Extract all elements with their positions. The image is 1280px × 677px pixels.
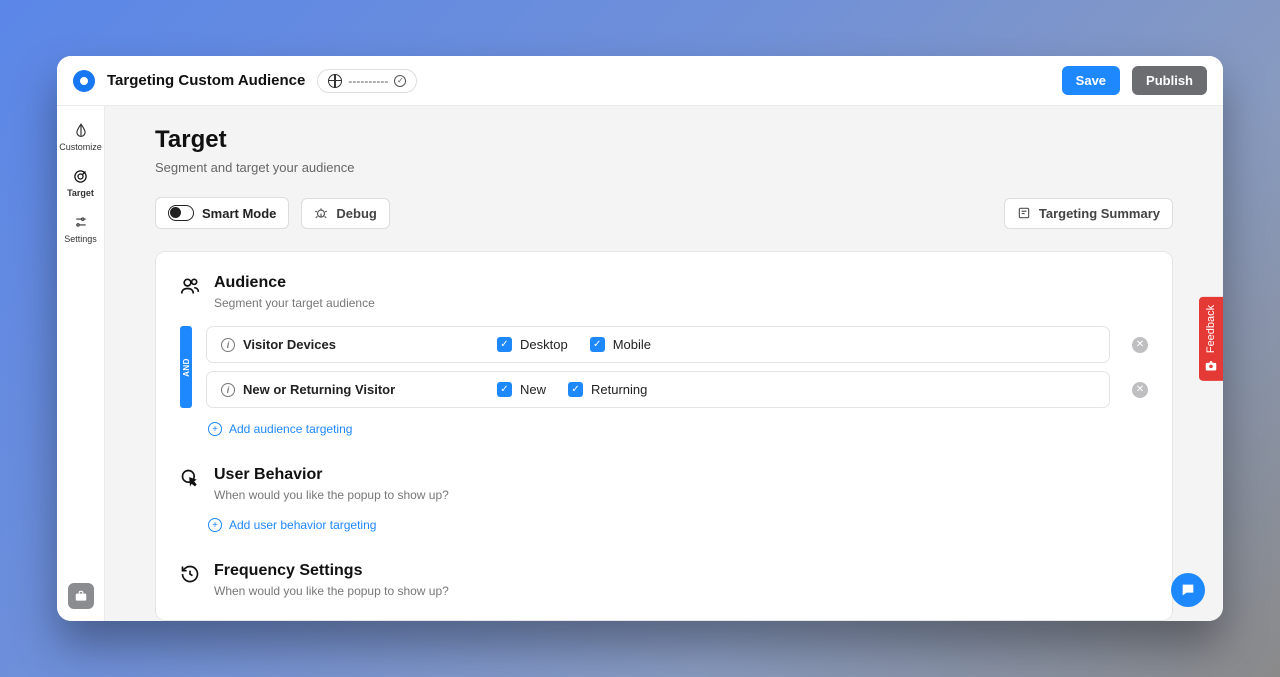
sidebar-label: Customize xyxy=(59,142,102,152)
bug-icon xyxy=(314,206,328,220)
app-logo-icon xyxy=(73,70,95,92)
debug-label: Debug xyxy=(336,206,376,221)
and-badge: AND xyxy=(180,326,192,408)
main-content: Target Segment and target your audience … xyxy=(105,106,1223,621)
info-icon: i xyxy=(221,383,235,397)
target-icon xyxy=(73,168,89,184)
frequency-title: Frequency Settings xyxy=(214,562,449,580)
chat-icon xyxy=(1180,582,1196,598)
plus-circle-icon: + xyxy=(208,422,222,436)
check-circle-icon: ✓ xyxy=(394,75,406,87)
page-subtitle: Segment and target your audience xyxy=(155,160,1173,175)
frequency-subtitle: When would you like the popup to show up… xyxy=(214,584,449,598)
top-bar: Targeting Custom Audience ---------- ✓ S… xyxy=(57,56,1223,106)
rule-row-new-returning[interactable]: i New or Returning Visitor ✓ New xyxy=(206,371,1110,408)
rule-row-devices[interactable]: i Visitor Devices ✓ Desktop xyxy=(206,326,1110,363)
plus-circle-icon: + xyxy=(208,518,222,532)
debug-button[interactable]: Debug xyxy=(301,198,389,229)
page-title: Target xyxy=(155,126,1173,154)
left-sidebar: Customize Target Settings xyxy=(57,106,105,621)
toggle-icon xyxy=(168,205,194,221)
info-icon: i xyxy=(221,338,235,352)
people-icon xyxy=(180,276,200,296)
globe-icon xyxy=(328,74,342,88)
targeting-summary-button[interactable]: Targeting Summary xyxy=(1004,198,1173,229)
campaign-title: Targeting Custom Audience xyxy=(107,72,305,89)
sidebar-item-customize[interactable]: Customize xyxy=(57,114,104,160)
sidebar-label: Target xyxy=(67,188,94,198)
delete-rule-icon[interactable]: ✕ xyxy=(1132,382,1148,398)
cursor-click-icon xyxy=(180,468,200,488)
sliders-icon xyxy=(73,214,89,230)
behavior-subtitle: When would you like the popup to show up… xyxy=(214,488,449,502)
checkbox-mobile[interactable]: ✓ Mobile xyxy=(590,337,651,352)
audience-subtitle: Segment your target audience xyxy=(214,296,375,310)
sidebar-item-settings[interactable]: Settings xyxy=(57,206,104,252)
briefcase-button[interactable] xyxy=(68,583,94,609)
chat-widget-button[interactable] xyxy=(1171,573,1205,607)
summary-icon xyxy=(1017,206,1031,220)
history-icon xyxy=(180,564,200,584)
publish-button[interactable]: Publish xyxy=(1132,66,1207,95)
feedback-tab[interactable]: Feedback xyxy=(1199,296,1223,380)
add-behavior-targeting-link[interactable]: + Add user behavior targeting xyxy=(208,518,1148,532)
status-pill[interactable]: ---------- ✓ xyxy=(317,69,417,93)
rule-name: Visitor Devices xyxy=(243,337,336,352)
save-button[interactable]: Save xyxy=(1062,66,1120,95)
audience-title: Audience xyxy=(214,274,375,292)
checkbox-new[interactable]: ✓ New xyxy=(497,382,546,397)
droplet-icon xyxy=(73,122,89,138)
summary-label: Targeting Summary xyxy=(1039,206,1160,221)
sidebar-label: Settings xyxy=(64,234,97,244)
behavior-title: User Behavior xyxy=(214,466,449,484)
checkbox-desktop[interactable]: ✓ Desktop xyxy=(497,337,568,352)
camera-icon xyxy=(1204,359,1218,373)
smart-mode-label: Smart Mode xyxy=(202,206,276,221)
add-audience-targeting-link[interactable]: + Add audience targeting xyxy=(208,422,1148,436)
smart-mode-toggle[interactable]: Smart Mode xyxy=(155,197,289,229)
sidebar-item-target[interactable]: Target xyxy=(57,160,104,206)
delete-rule-icon[interactable]: ✕ xyxy=(1132,337,1148,353)
status-text: ---------- xyxy=(348,74,388,88)
rule-name: New or Returning Visitor xyxy=(243,382,395,397)
checkbox-returning[interactable]: ✓ Returning xyxy=(568,382,647,397)
